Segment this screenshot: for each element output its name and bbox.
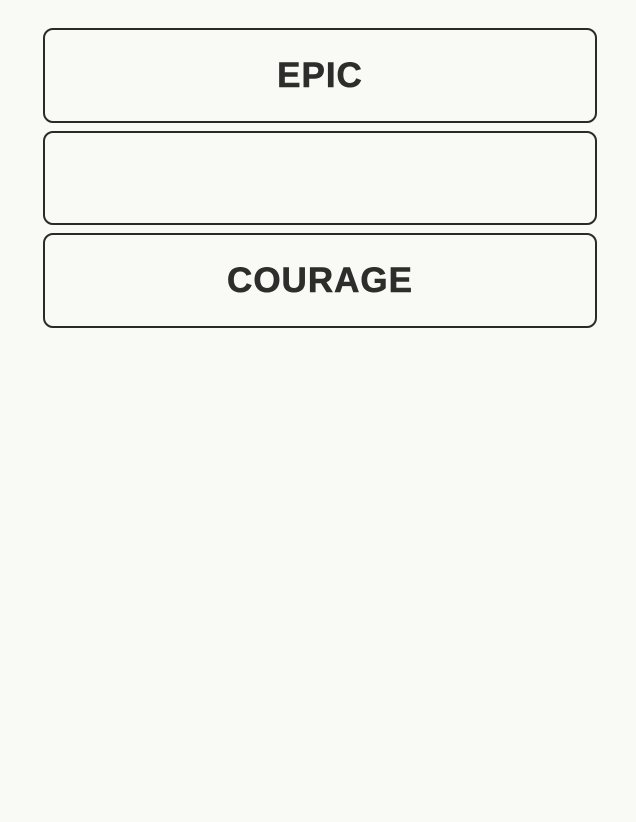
word-tile-3[interactable]: COURAGE: [43, 233, 597, 328]
word-tile-1[interactable]: EPIC: [43, 28, 597, 123]
word-tile-label: COURAGE: [227, 261, 413, 300]
word-tile-label: EPIC: [277, 56, 363, 95]
word-tile-list: EPIC COURAGE: [43, 28, 597, 336]
word-tile-2[interactable]: [43, 131, 597, 225]
